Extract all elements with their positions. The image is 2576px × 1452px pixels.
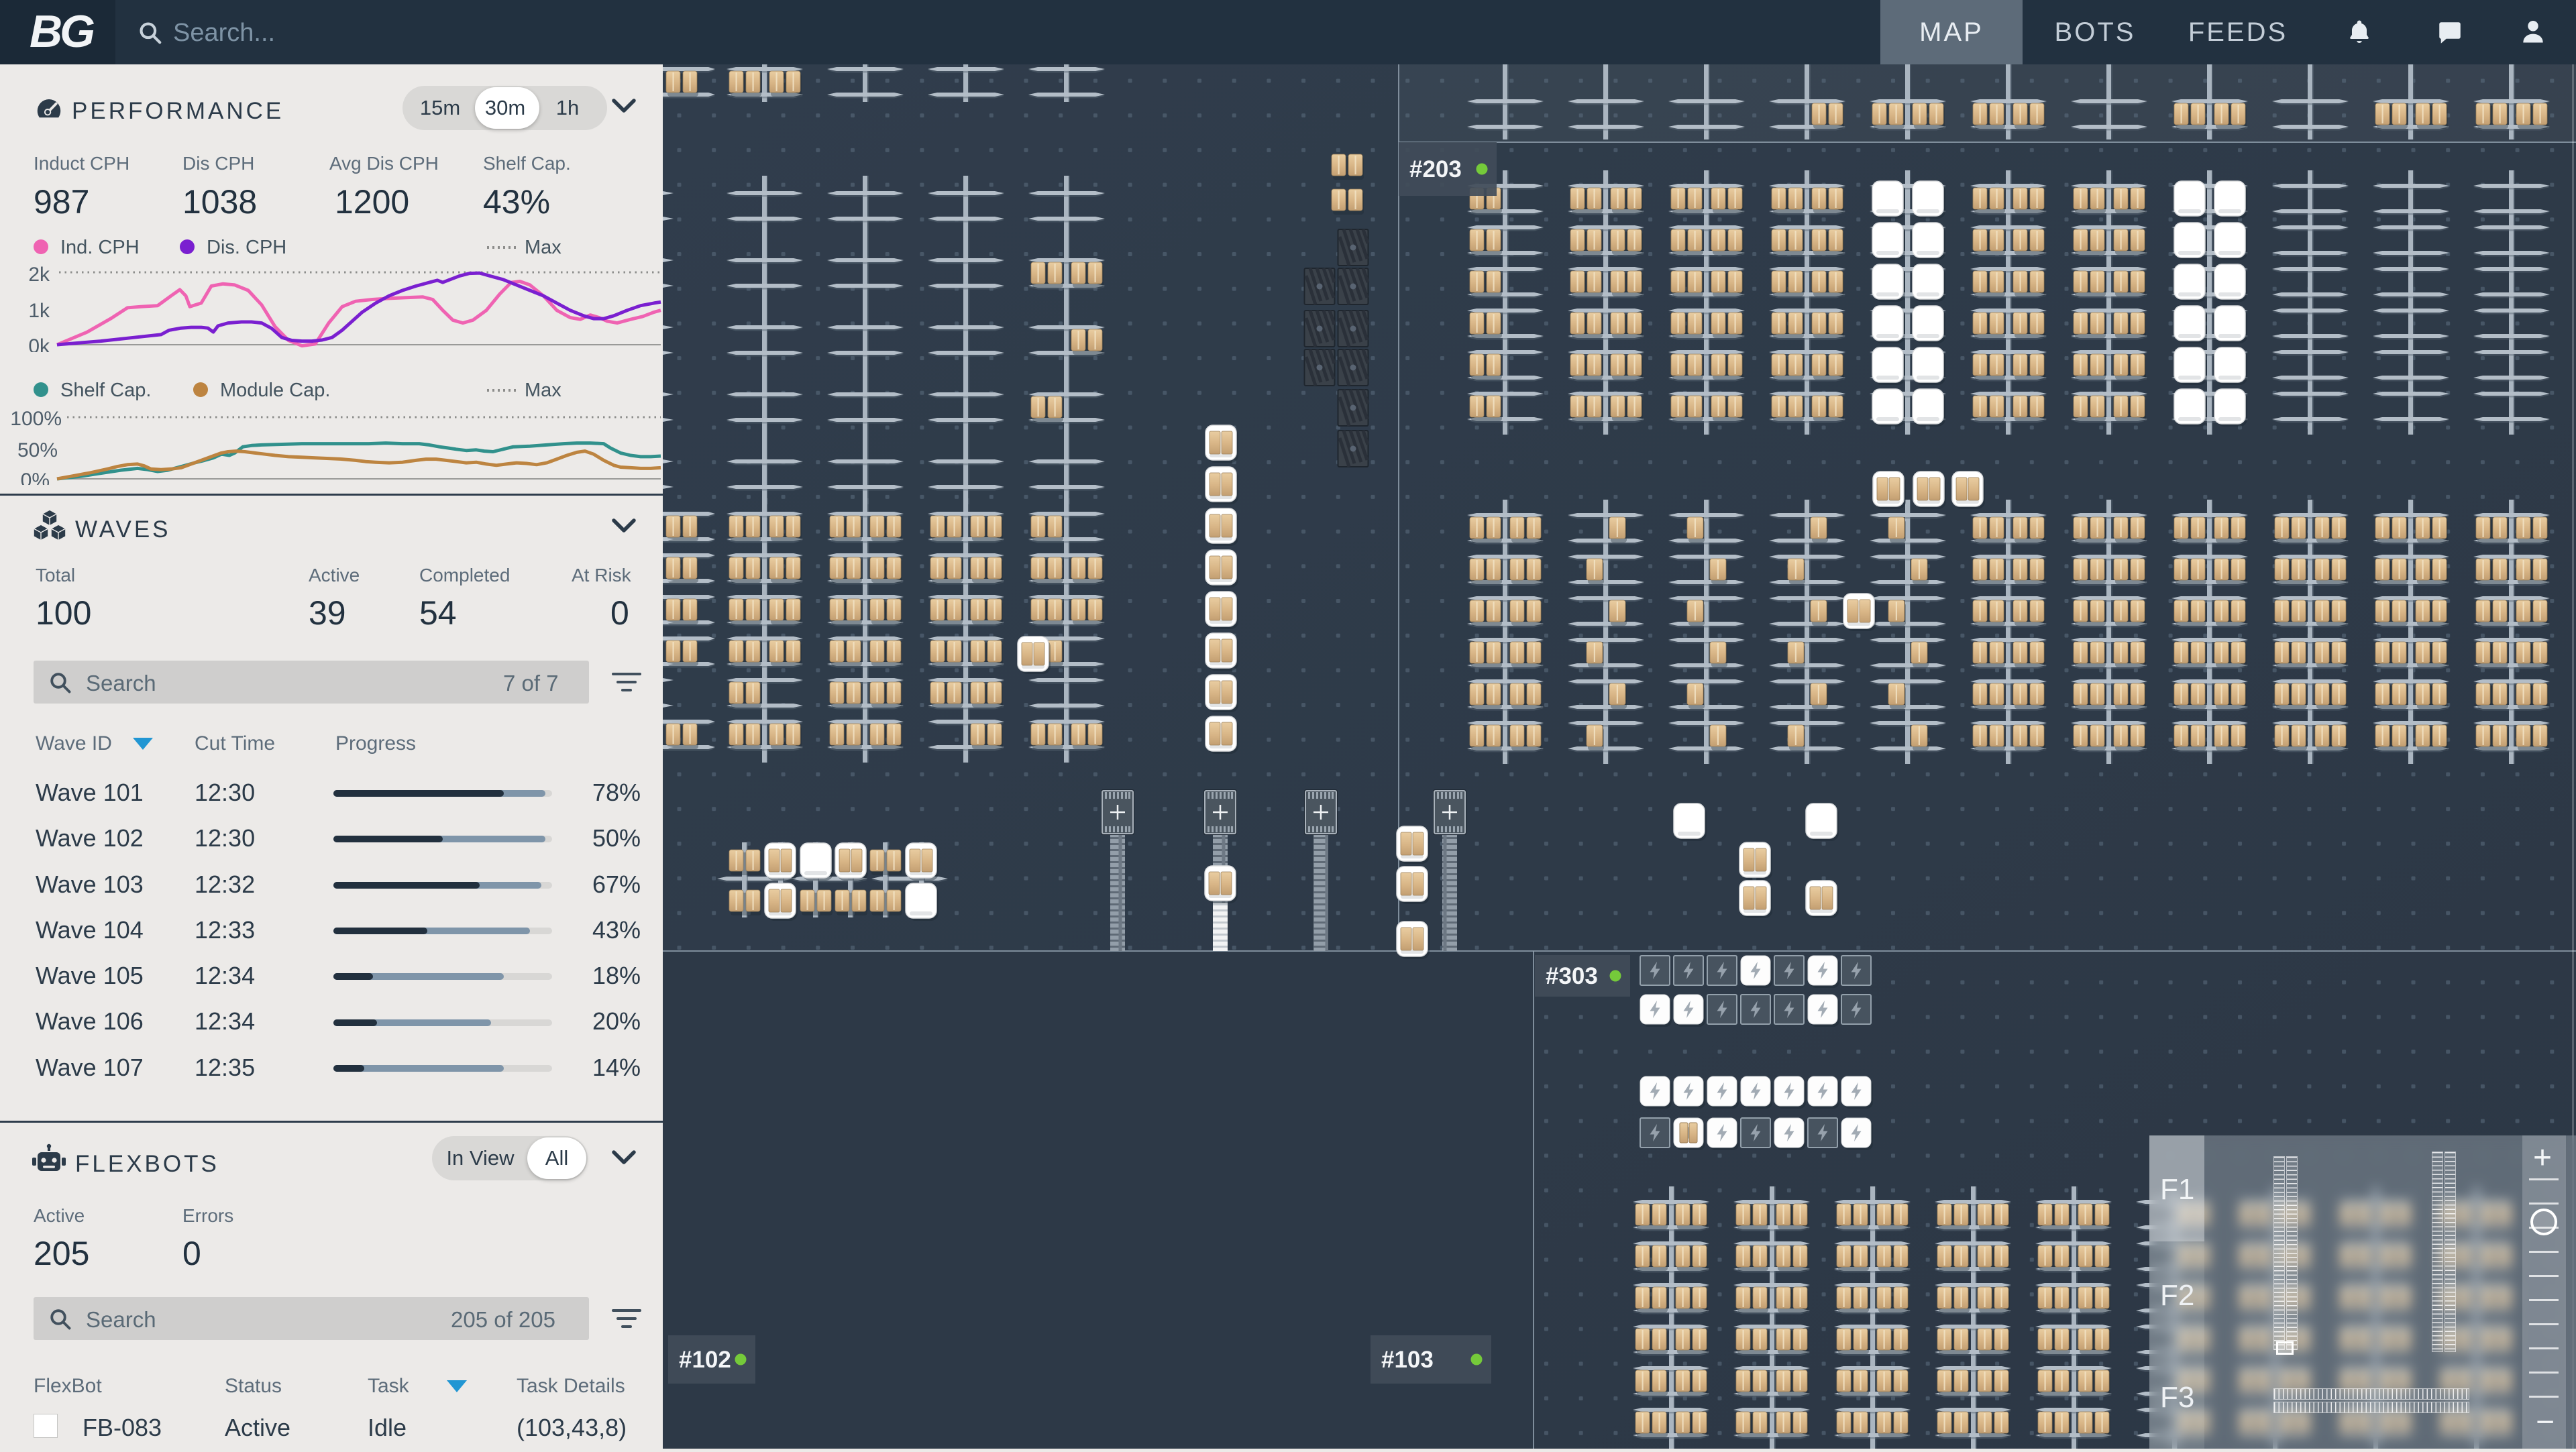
svg-text:#303: #303 [1546,963,1598,989]
svg-text:0%: 0% [21,469,50,485]
svg-text:#102: #102 [679,1347,731,1373]
svg-text:#103: #103 [1381,1347,1434,1373]
svg-text:50%: 50% [17,439,58,461]
svg-text:0k: 0k [28,335,50,352]
svg-text:#203: #203 [1409,156,1462,182]
svg-text:2k: 2k [28,264,50,286]
svg-text:1k: 1k [28,300,50,322]
svg-text:BG: BG [30,6,94,57]
svg-text:100%: 100% [10,408,62,430]
